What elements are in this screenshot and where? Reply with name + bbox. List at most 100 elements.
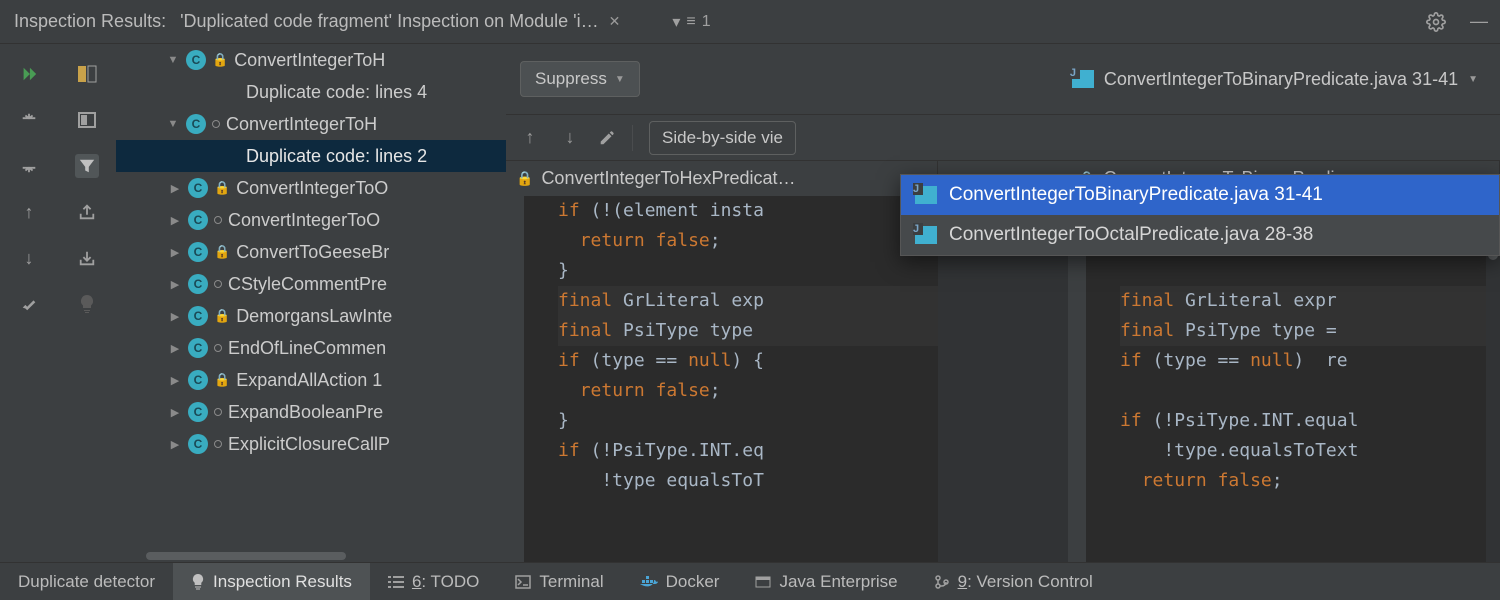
tree-row[interactable]: C ConvertIntegerToH <box>116 108 506 140</box>
next-occurrence-icon[interactable]: ↓ <box>17 246 41 270</box>
bulb-icon <box>191 574 205 590</box>
tree-row[interactable]: C 🔒 DemorgansLawInte <box>116 300 506 332</box>
tree-item-label: ExpandBooleanPre <box>228 402 383 423</box>
tool-window-tab[interactable]: 9: Version Control <box>916 563 1111 600</box>
chevron-right-icon[interactable] <box>168 374 182 387</box>
duplicate-target-selected: ConvertIntegerToBinaryPredicate.java 31-… <box>1104 69 1458 90</box>
duplicate-target-dropdown[interactable]: ConvertIntegerToBinaryPredicate.java 31-… <box>1064 69 1486 90</box>
dropdown-option[interactable]: ConvertIntegerToOctalPredicate.java 28-3… <box>901 215 1499 255</box>
prev-diff-icon[interactable]: ↑ <box>518 127 542 148</box>
dropdown-option[interactable]: ConvertIntegerToBinaryPredicate.java 31-… <box>901 175 1499 215</box>
list-icon: ≡ <box>686 13 695 31</box>
tool-window-tab[interactable]: Java Enterprise <box>737 563 915 600</box>
tree-row[interactable]: CCStyleCommentPre <box>116 268 506 300</box>
tool-window-tab-label: Terminal <box>539 572 603 592</box>
modifier-dot-icon <box>214 344 222 352</box>
left-editor-header: 🔒 ConvertIntegerToHexPredicat… <box>506 161 938 196</box>
export-icon[interactable] <box>75 200 99 224</box>
diff-viewer-mode-label: Side-by-side vie <box>662 128 783 148</box>
titlebar: Inspection Results: 'Duplicated code fra… <box>0 0 1500 44</box>
tree-item-label: ConvertIntegerToH <box>226 114 377 135</box>
tree-item-label: ConvertIntegerToO <box>236 178 388 199</box>
tree-row[interactable]: C ConvertIntegerToO <box>116 204 506 236</box>
left-tool-column-1: ↑ ↓ <box>0 44 58 562</box>
tool-window-bar: Duplicate detector Inspection Results 6: T… <box>0 562 1500 600</box>
vcs-icon <box>934 574 950 590</box>
duplicate-target-popup: ConvertIntegerToBinaryPredicate.java 31-… <box>900 174 1500 256</box>
class-badge-icon: C <box>188 306 208 326</box>
tool-window-tab-label: Inspection Results <box>213 572 352 592</box>
minimize-icon[interactable]: — <box>1458 11 1500 32</box>
chevron-right-icon[interactable] <box>168 406 182 419</box>
class-badge-icon: C <box>188 210 208 230</box>
tree-item-label: ConvertToGeeseBr <box>236 242 389 263</box>
chevron-right-icon[interactable] <box>168 278 182 291</box>
chevron-right-icon[interactable] <box>168 438 182 451</box>
lock-icon: 🔒 <box>516 170 533 187</box>
close-tab-icon[interactable]: ✕ <box>599 13 631 30</box>
group-by-icon[interactable] <box>75 62 99 86</box>
tree-item-label: DemorgansLawInte <box>236 306 392 327</box>
tool-window-tab-label: Duplicate detector <box>18 572 155 592</box>
edit-icon[interactable] <box>598 129 616 147</box>
settings-tool-icon[interactable] <box>17 292 41 316</box>
diff-viewer-mode-dropdown[interactable]: Side-by-side vie <box>649 121 796 155</box>
lock-icon: 🔒 <box>212 52 228 68</box>
expand-all-icon[interactable] <box>17 154 41 178</box>
tool-window-tab[interactable]: Inspection Results <box>173 563 370 600</box>
tree-row[interactable]: C🔒ConvertToGeeseBr <box>116 236 506 268</box>
chevron-right-icon[interactable] <box>168 214 182 227</box>
class-badge-icon: C <box>188 434 208 454</box>
tool-window-tab[interactable]: Duplicate detector <box>0 563 173 600</box>
tree-row[interactable]: CEndOfLineCommen <box>116 332 506 364</box>
filter-icon[interactable] <box>75 154 99 178</box>
tree-row[interactable]: CExpandBooleanPre <box>116 396 506 428</box>
chevron-right-icon[interactable] <box>168 246 182 259</box>
next-diff-icon[interactable]: ↓ <box>558 127 582 148</box>
chevron-down-icon[interactable] <box>166 54 180 66</box>
import-icon[interactable] <box>75 246 99 270</box>
tree-horizontal-scrollbar[interactable] <box>116 550 506 562</box>
autoscroll-icon[interactable] <box>75 108 99 132</box>
lock-icon: 🔒 <box>214 308 230 324</box>
tree-row[interactable]: Duplicate code: lines 4 <box>116 76 506 108</box>
tree-item-label: ExpandAllAction 1 <box>236 370 382 391</box>
tool-window-tab[interactable]: Docker <box>622 563 738 600</box>
modifier-dot-icon <box>214 280 222 288</box>
tree-row[interactable]: Duplicate code: lines 2 <box>116 140 506 172</box>
caret-down-icon: ▼ <box>1468 74 1478 85</box>
tree-item-label: Duplicate code: lines 4 <box>246 82 427 103</box>
tree-row[interactable]: CExplicitClosureCallP <box>116 428 506 460</box>
tree-row[interactable]: C🔒ConvertIntegerToH <box>116 44 506 76</box>
lock-icon: 🔒 <box>214 180 230 196</box>
term-icon <box>515 575 531 589</box>
collapse-all-icon[interactable] <box>17 108 41 132</box>
inspection-tree[interactable]: C🔒ConvertIntegerToHDuplicate code: lines… <box>116 44 506 562</box>
prev-occurrence-icon[interactable]: ↑ <box>17 200 41 224</box>
occurrence-count: 1 <box>702 13 711 31</box>
java-file-icon <box>915 186 937 204</box>
gear-icon[interactable] <box>1414 12 1458 32</box>
bulb-off-icon[interactable] <box>75 292 99 316</box>
tool-window-tab[interactable]: Terminal <box>497 563 621 600</box>
chevron-down-icon[interactable] <box>166 118 180 130</box>
rerun-icon[interactable] <box>17 62 41 86</box>
tree-item-label: ConvertIntegerToO <box>228 210 380 231</box>
dropdown-option-label: ConvertIntegerToBinaryPredicate.java 31-… <box>949 184 1323 206</box>
chevron-right-icon[interactable] <box>168 182 182 195</box>
occurrence-nav[interactable]: ▾ ≡ 1 <box>660 12 722 32</box>
tool-window-tab-label: 6: TODO <box>412 572 479 592</box>
list-icon <box>388 575 404 589</box>
tree-row[interactable]: C🔒ExpandAllAction 1 <box>116 364 506 396</box>
tree-row[interactable]: C🔒ConvertIntegerToO <box>116 172 506 204</box>
suppress-button[interactable]: Suppress ▼ <box>520 61 640 97</box>
chevron-right-icon[interactable] <box>168 310 182 323</box>
class-badge-icon: C <box>186 114 206 134</box>
tool-window-tab-label: 9: Version Control <box>958 572 1093 592</box>
chevron-right-icon[interactable] <box>168 342 182 355</box>
modifier-dot-icon <box>212 120 220 128</box>
tool-window-tab[interactable]: 6: TODO <box>370 563 497 600</box>
inspection-context[interactable]: 'Duplicated code fragment' Inspection on… <box>180 11 599 32</box>
class-badge-icon: C <box>188 338 208 358</box>
left-diff-pane[interactable]: if (!(element insta return false;}final … <box>506 196 938 562</box>
